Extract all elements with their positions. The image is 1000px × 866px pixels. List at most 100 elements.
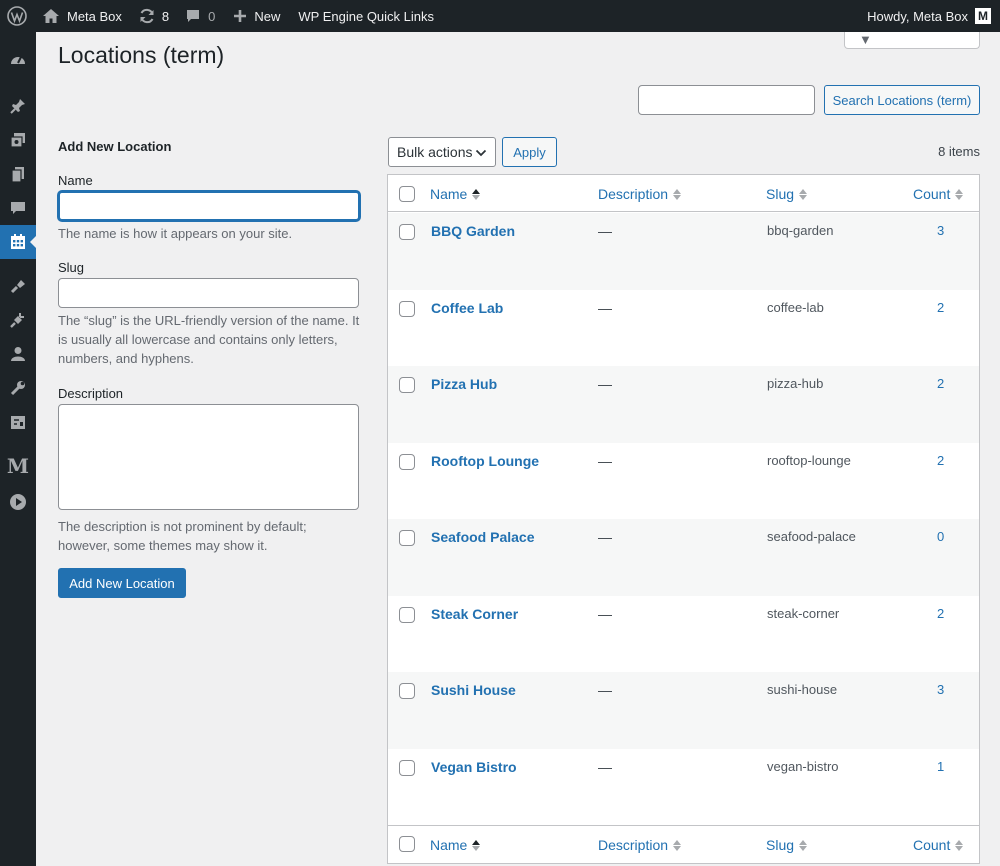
term-name-link[interactable]: BBQ Garden [431,223,515,239]
name-column-header[interactable]: Name [430,175,481,212]
select-all-checkbox[interactable] [399,186,415,202]
term-name-link[interactable]: Seafood Palace [431,529,535,545]
tools-icon[interactable] [0,371,36,405]
sort-icon [472,838,481,852]
comments-menu-icon[interactable] [0,191,36,225]
row-checkbox[interactable] [399,377,415,393]
description-column-footer[interactable]: Description [598,826,682,863]
calendar-icon[interactable] [0,225,37,259]
term-name-link[interactable]: Pizza Hub [431,376,497,392]
term-count-link[interactable]: 3 [937,682,944,697]
term-count-link[interactable]: 1 [937,759,944,774]
sort-icon [673,838,682,852]
term-count-link[interactable]: 2 [937,606,944,621]
name-column-label: Name [430,185,468,202]
comments-link[interactable]: 0 [177,0,223,32]
name-label: Name [58,173,93,188]
row-checkbox[interactable] [399,760,415,776]
table-row: Rooftop Lounge — rooftop-lounge 2 [388,443,979,520]
select-all-checkbox-footer[interactable] [399,836,415,852]
table-row: Steak Corner — steak-corner 2 [388,596,979,673]
description-textarea[interactable] [58,404,359,510]
term-name-link[interactable]: Coffee Lab [431,300,503,316]
term-slug: sushi-house [767,682,838,697]
slug-help-line-1: The “slug” is the URL-friendly version o… [58,313,360,328]
name-input[interactable] [58,191,360,221]
pin-icon[interactable] [0,89,36,123]
term-count-link[interactable]: 2 [937,300,944,315]
name-column-footer[interactable]: Name [430,826,481,863]
row-checkbox[interactable] [399,530,415,546]
play-icon[interactable] [0,485,36,519]
sort-icon [673,187,682,201]
term-name-link[interactable]: Vegan Bistro [431,759,517,775]
count-column-header[interactable]: Count [913,175,964,212]
apply-button[interactable]: Apply [502,137,557,167]
wp-engine-quick-links[interactable]: WP Engine Quick Links [288,0,442,32]
meta-box-icon[interactable]: M [0,449,36,483]
site-name-link[interactable]: Meta Box [34,0,130,32]
term-name-link[interactable]: Steak Corner [431,606,518,622]
description-column-header[interactable]: Description [598,175,682,212]
new-content-link[interactable]: New [223,0,288,32]
howdy-text: Howdy, Meta Box [867,8,968,24]
users-icon[interactable] [0,337,36,371]
slug-help-line-3: numbers, and hyphens. [58,351,194,366]
term-count-link[interactable]: 0 [937,529,944,544]
plus-icon [233,9,247,23]
term-name-link[interactable]: Rooftop Lounge [431,453,539,469]
row-checkbox[interactable] [399,454,415,470]
wordpress-logo-icon[interactable] [0,0,34,32]
admin-menu: M [0,32,37,866]
table-footer: Name Description Slug Count [388,825,979,863]
row-checkbox[interactable] [399,224,415,240]
comment-icon [185,8,201,24]
bulk-actions-select[interactable]: Bulk actions [388,137,496,167]
term-description: — [598,300,612,316]
term-slug: rooftop-lounge [767,453,851,468]
search-button[interactable]: Search Locations (term) [824,85,980,115]
settings-icon[interactable] [0,405,36,439]
term-count-link[interactable]: 2 [937,376,944,391]
search-input[interactable] [638,85,815,115]
media-icon[interactable] [0,123,36,157]
dashboard-icon[interactable] [0,43,36,77]
description-help: The description is not prominent by defa… [58,517,307,555]
appearance-icon[interactable] [0,269,36,303]
main-content: Screen Options ▼ Locations (term) Search… [36,32,1000,866]
term-count-link[interactable]: 2 [937,453,944,468]
description-help-line-1: The description is not prominent by defa… [58,519,307,534]
form-title: Add New Location [58,139,172,154]
count-column-footer[interactable]: Count [913,826,964,863]
name-column-label: Name [430,836,468,853]
term-count-link[interactable]: 3 [937,223,944,238]
row-checkbox[interactable] [399,683,415,699]
term-slug: bbq-garden [767,223,834,238]
add-new-location-button[interactable]: Add New Location [58,568,186,598]
slug-column-footer[interactable]: Slug [766,826,808,863]
slug-column-label: Slug [766,836,795,853]
term-description: — [598,682,612,698]
plugins-icon[interactable] [0,303,36,337]
table-header: Name Description Slug Count [388,175,979,212]
row-checkbox[interactable] [399,607,415,623]
term-slug: pizza-hub [767,376,824,391]
table-row: Pizza Hub — pizza-hub 2 [388,366,979,443]
new-label: New [254,8,281,24]
slug-column-header[interactable]: Slug [766,175,808,212]
description-column-label: Description [598,185,669,202]
updates-link[interactable]: 8 [130,0,177,32]
quick-links-label: WP Engine Quick Links [298,8,435,24]
term-name-link[interactable]: Sushi House [431,682,516,698]
chevron-down-icon [475,149,487,157]
slug-column-label: Slug [766,185,795,202]
term-slug: coffee-lab [767,300,824,315]
pages-icon[interactable] [0,157,36,191]
screen-options-button[interactable]: Screen Options ▼ [844,32,980,49]
term-description: — [598,606,612,622]
row-checkbox[interactable] [399,301,415,317]
term-description: — [598,759,612,775]
my-account[interactable]: Howdy, Meta Box M [867,0,1000,32]
slug-label: Slug [58,260,85,275]
slug-input[interactable] [58,278,359,308]
